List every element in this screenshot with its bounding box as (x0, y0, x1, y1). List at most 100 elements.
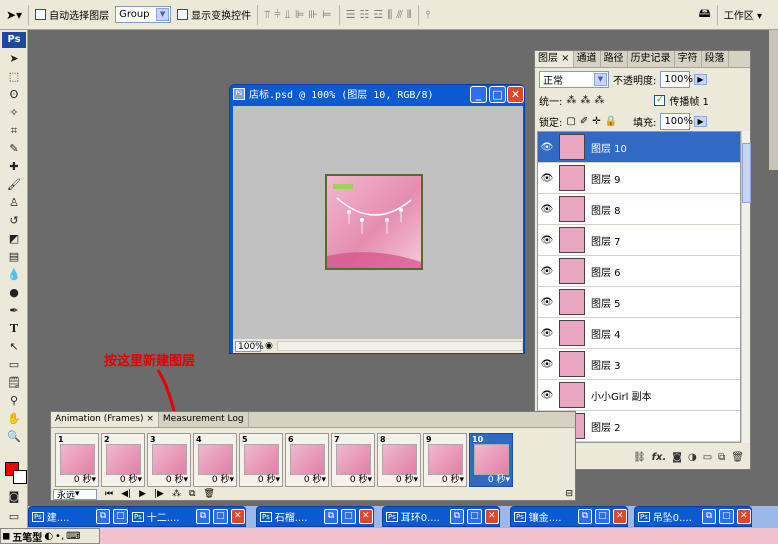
animation-frame[interactable]: 6 0 秒▾ (285, 433, 329, 487)
auto-align-icon[interactable]: ⫯ (425, 8, 431, 22)
marquee-tool-icon[interactable]: ⬚ (2, 68, 26, 86)
eye-icon[interactable]: 👁 (538, 390, 556, 401)
animation-frame[interactable]: 4 0 秒▾ (193, 433, 237, 487)
align-buttons[interactable]: ⫪ ⫩ ⫫ ⊫ ⊪ ⊨ (264, 8, 333, 22)
minimized-window[interactable]: Ps 十二.... ⧉ □ ✕ (128, 506, 246, 527)
new-layer-icon[interactable]: ⧉ (718, 452, 725, 463)
screen-mode-icon[interactable]: ▭ (2, 508, 26, 526)
delete-frame-icon[interactable]: 🗑 (203, 489, 214, 499)
frame-delay[interactable]: 0 秒▾ (258, 472, 280, 485)
frame-delay[interactable]: 0 秒▾ (304, 472, 326, 485)
tab-history[interactable]: 历史记录 (628, 51, 675, 67)
horizontal-scrollbar[interactable] (276, 341, 523, 351)
align-left-icon[interactable]: ⊫ (295, 8, 306, 22)
zoom-tool-icon[interactable]: 🔍 (2, 428, 26, 446)
close-button[interactable]: ✕ (484, 509, 499, 524)
minimized-window[interactable]: Ps 石榴.... ⧉ □ ✕ (256, 506, 374, 527)
eye-icon[interactable]: 👁 (538, 359, 556, 370)
animation-frame[interactable]: 5 0 秒▾ (239, 433, 283, 487)
animation-frame[interactable]: 1 0 秒▾ (55, 433, 99, 487)
shop-logo-artwork[interactable] (325, 174, 423, 270)
layer-mask-icon[interactable]: ◙ (672, 452, 682, 463)
layer-row[interactable]: 👁 小小Girl 副本 (538, 380, 740, 411)
layer-row[interactable]: 👁 图层 10 (538, 132, 740, 163)
minimized-window[interactable]: Ps 耳环0.... ⧉ □ ✕ (382, 506, 500, 527)
layer-style-button[interactable]: fx. (652, 452, 667, 463)
history-brush-tool-icon[interactable]: ↺ (2, 212, 26, 230)
panel-menu-icon[interactable]: ⊟ (565, 489, 573, 499)
quick-mask-icon[interactable]: ◙ (2, 488, 26, 506)
lock-image-icon[interactable]: ✐ (580, 116, 588, 127)
hand-tool-icon[interactable]: ✋ (2, 410, 26, 428)
frame-delay[interactable]: 0 秒▾ (74, 472, 96, 485)
loop-dropdown[interactable]: 永远 ▾ (53, 488, 97, 501)
layer-thumbnail[interactable] (559, 227, 585, 253)
close-button[interactable]: ✕ (612, 509, 627, 524)
maximize-button[interactable]: □ (113, 509, 128, 524)
gradient-tool-icon[interactable]: ▤ (2, 248, 26, 266)
notes-tool-icon[interactable]: 🗒 (2, 374, 26, 392)
tab-channels[interactable]: 通道 (574, 51, 601, 67)
distribute-left-icon[interactable]: ⫼ (387, 8, 393, 22)
layer-row[interactable]: 👁 图层 8 (538, 194, 740, 225)
path-select-tool-icon[interactable]: ↖ (2, 338, 26, 356)
first-frame-icon[interactable]: ⏮ (105, 489, 113, 499)
eye-icon[interactable]: 👁 (538, 266, 556, 277)
move-tool-icon[interactable]: ➤▾ (6, 8, 22, 22)
animation-frame[interactable]: 10 0 秒▾ (469, 433, 513, 487)
distribute-buttons[interactable]: ☰ ☷ ☲ ⫼ ⫻ ⫴ (346, 8, 413, 22)
lock-transparent-icon[interactable]: ▢ (566, 116, 575, 127)
background-color-swatch[interactable] (13, 470, 27, 484)
restore-button[interactable]: ⧉ (449, 509, 465, 524)
eye-icon[interactable]: 👁 (538, 142, 556, 153)
scrollbar-thumb[interactable] (742, 143, 751, 203)
minimize-button[interactable]: _ (470, 86, 487, 103)
frame-delay[interactable]: 0 秒▾ (488, 472, 510, 485)
maximize-button[interactable]: □ (719, 509, 734, 524)
restore-button[interactable]: ⧉ (95, 509, 111, 524)
tab-layers[interactable]: 图层 × (535, 51, 574, 67)
distribute-hcenter-icon[interactable]: ⫻ (396, 8, 404, 22)
animation-frame[interactable]: 7 0 秒▾ (331, 433, 375, 487)
layer-thumbnail[interactable] (559, 134, 585, 160)
minimized-window[interactable]: Ps 吊坠0.... ⧉ □ ✕ (634, 506, 752, 527)
healing-tool-icon[interactable]: ✚ (2, 158, 26, 176)
tab-character[interactable]: 字符 (675, 51, 702, 67)
layer-row[interactable]: 👁 图层 4 (538, 318, 740, 349)
shape-tool-icon[interactable]: ▭ (2, 356, 26, 374)
auto-select-dropdown[interactable]: Group ▼ (115, 6, 172, 23)
ime-mode-label[interactable]: 五笔型 (12, 529, 42, 544)
align-hcenter-icon[interactable]: ⊪ (308, 8, 319, 22)
bridge-icon[interactable]: 🖴 (699, 4, 711, 25)
unify-style-icon[interactable]: ⁂ (594, 95, 604, 106)
ime-logo-icon[interactable]: ◼ (2, 531, 10, 542)
close-button[interactable]: ✕ (507, 86, 524, 103)
move-tool-icon[interactable]: ➤ (2, 50, 26, 68)
next-frame-icon[interactable]: |▶ (154, 489, 164, 499)
eye-icon[interactable]: 👁 (538, 235, 556, 246)
tab-measurement-log[interactable]: Measurement Log (159, 412, 249, 427)
layer-row[interactable]: 👁 图层 7 (538, 225, 740, 256)
layer-row[interactable]: 👁 图层 9 (538, 163, 740, 194)
tab-paragraph[interactable]: 段落 (702, 51, 729, 67)
propagate-frame-checkbox[interactable] (654, 95, 666, 106)
layer-list-scrollbar[interactable] (741, 131, 751, 443)
stamp-tool-icon[interactable]: ♙ (2, 194, 26, 212)
animation-frame[interactable]: 9 0 秒▾ (423, 433, 467, 487)
fill-arrow-icon[interactable]: ▶ (694, 116, 707, 127)
frame-delay[interactable]: 0 秒▾ (442, 472, 464, 485)
align-bottom-icon[interactable]: ⫫ (285, 8, 292, 22)
checkbox-box[interactable] (177, 9, 189, 20)
blend-mode-dropdown[interactable]: 正常 ▼ (539, 71, 609, 88)
canvas-area[interactable] (233, 106, 523, 339)
distribute-right-icon[interactable]: ⫴ (407, 8, 413, 22)
maximize-button[interactable]: □ (213, 509, 228, 524)
animation-frame[interactable]: 2 0 秒▾ (101, 433, 145, 487)
chevron-down-icon[interactable]: ▼ (594, 73, 607, 86)
trash-icon[interactable]: 🗑 (731, 452, 744, 463)
restore-button[interactable]: ⧉ (577, 509, 593, 524)
maximize-button[interactable]: □ (595, 509, 610, 524)
distribute-vcenter-icon[interactable]: ☷ (359, 8, 370, 22)
magic-wand-tool-icon[interactable]: ✧ (2, 104, 26, 122)
type-tool-icon[interactable]: T (2, 320, 26, 338)
